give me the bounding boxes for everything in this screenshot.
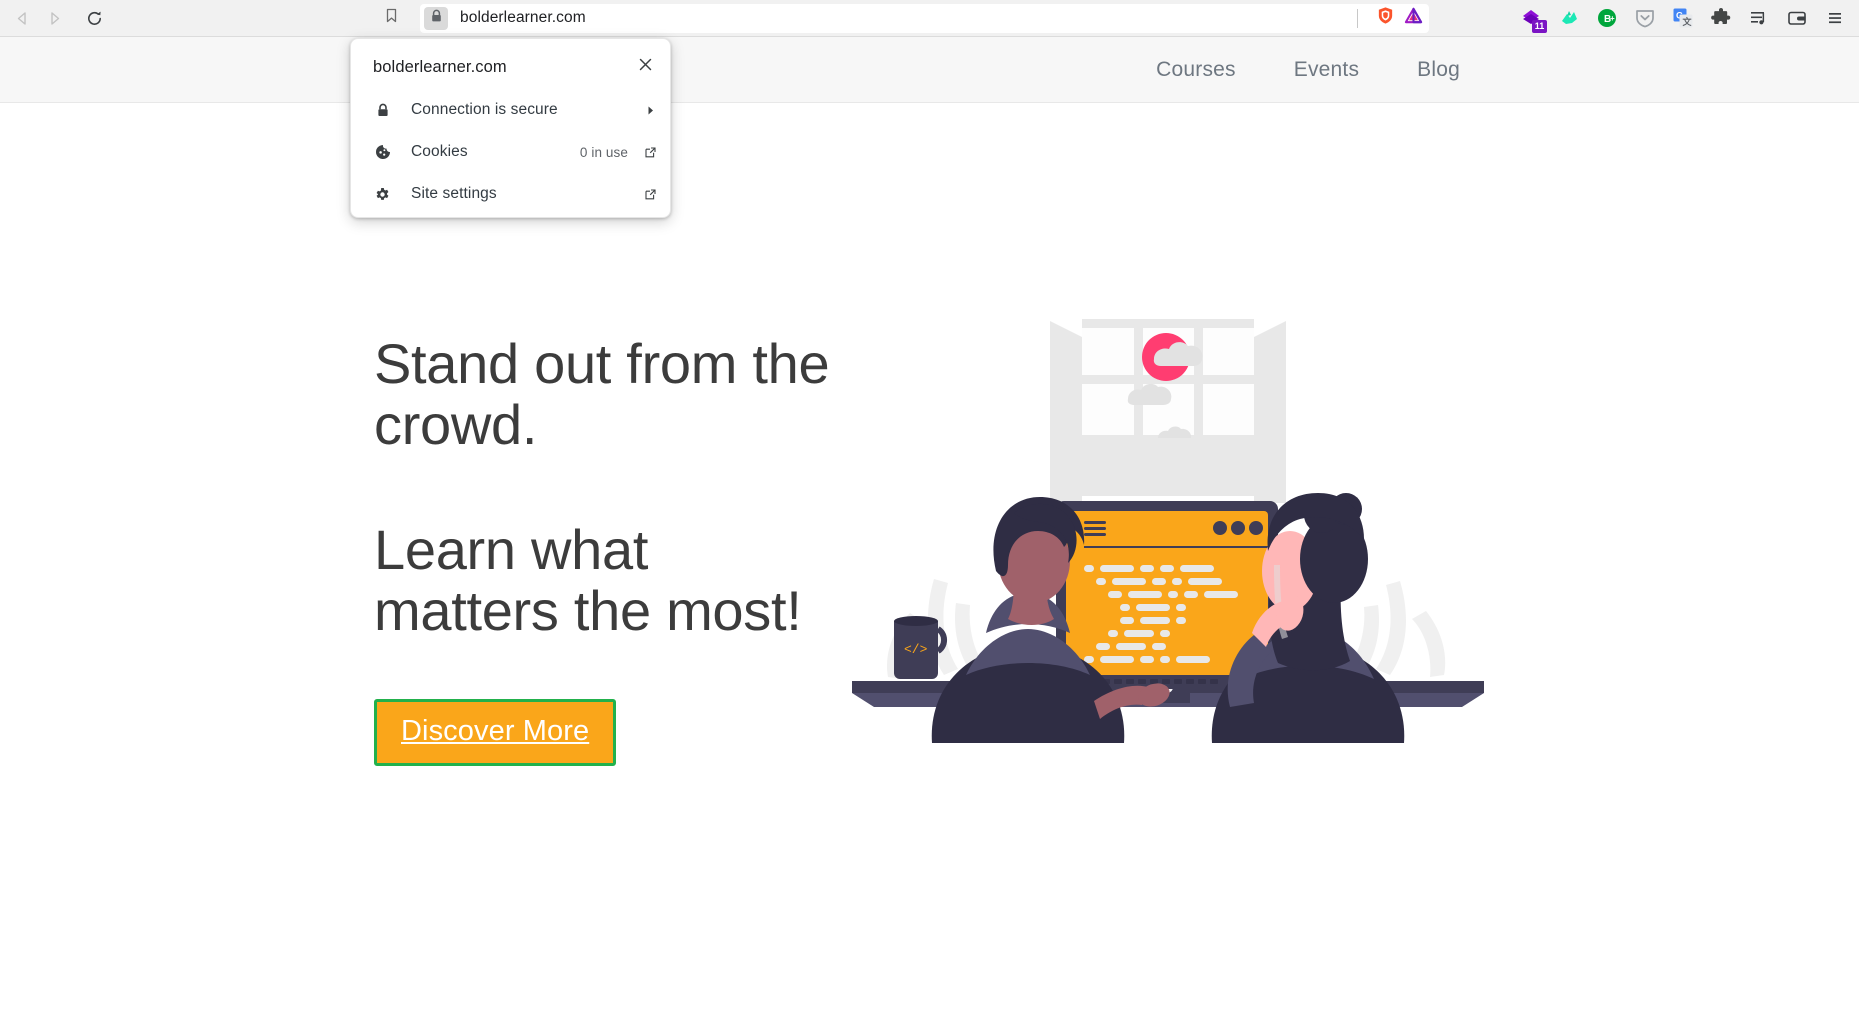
reload-button[interactable] bbox=[78, 3, 110, 33]
svg-text:+: + bbox=[1610, 14, 1615, 23]
row-label: Site settings bbox=[411, 185, 497, 202]
brave-rewards-triangle-icon[interactable] bbox=[1404, 6, 1423, 30]
row-site-settings[interactable]: Site settings bbox=[351, 173, 670, 215]
nav-item-events[interactable]: Events bbox=[1265, 58, 1388, 82]
site-info-panel: bolderlearner.com Connection is secure C… bbox=[350, 38, 671, 218]
hero-headline-secondary: Learn what matters the most! bbox=[374, 518, 802, 642]
extension-badge-count: 11 bbox=[1532, 20, 1547, 33]
row-label: Cookies bbox=[411, 143, 468, 160]
svg-text:文: 文 bbox=[1682, 16, 1693, 27]
google-translate-icon[interactable]: G 文 bbox=[1670, 5, 1696, 31]
browser-toolbar: bolderlearner.com 11 B + G 文 bbox=[0, 0, 1859, 37]
lock-icon bbox=[373, 101, 392, 120]
chevron-right-icon bbox=[642, 102, 658, 118]
media-playlist-icon[interactable] bbox=[1746, 5, 1772, 31]
url-bar[interactable]: bolderlearner.com bbox=[420, 3, 1429, 33]
lock-icon bbox=[430, 9, 443, 28]
two-people-coding-at-monitor-illustration: </> bbox=[838, 303, 1498, 743]
row-label: Connection is secure bbox=[411, 101, 558, 118]
hero-section: Stand out from the crowd. Learn what mat… bbox=[0, 103, 1859, 1017]
hero-text-block: Stand out from the crowd. Learn what mat… bbox=[374, 333, 834, 766]
brave-shield-icon[interactable] bbox=[1376, 6, 1395, 30]
row-cookies[interactable]: Cookies 0 in use bbox=[351, 131, 670, 173]
nav-item-courses[interactable]: Courses bbox=[1127, 58, 1265, 82]
wallet-icon[interactable] bbox=[1784, 5, 1810, 31]
bookmark-icon bbox=[383, 7, 400, 29]
pocket-shield-icon[interactable] bbox=[1632, 5, 1658, 31]
site-navigation: Courses Events Blog bbox=[1127, 58, 1859, 82]
close-icon bbox=[638, 57, 653, 77]
gear-icon bbox=[373, 185, 392, 204]
extension-icons: 11 B + G 文 bbox=[1518, 5, 1859, 33]
url-text: bolderlearner.com bbox=[460, 9, 586, 26]
forward-arrow-icon bbox=[46, 10, 63, 27]
reload-icon bbox=[85, 9, 104, 28]
bookmark-button[interactable] bbox=[376, 3, 406, 33]
urlbar-action-icons bbox=[1376, 4, 1423, 33]
back-button[interactable] bbox=[6, 3, 38, 33]
navigation-buttons bbox=[0, 3, 110, 33]
close-button[interactable] bbox=[632, 54, 658, 80]
urlbar-divider bbox=[1357, 8, 1358, 28]
forward-button[interactable] bbox=[38, 3, 70, 33]
back-arrow-icon bbox=[14, 10, 31, 27]
extensions-puzzle-icon[interactable] bbox=[1708, 5, 1734, 31]
browser-menu-icon[interactable] bbox=[1822, 5, 1848, 31]
hero-headline-primary: Stand out from the crowd. bbox=[374, 332, 830, 456]
cta-wrapper: Discover More bbox=[374, 699, 834, 766]
site-info-button[interactable] bbox=[424, 6, 448, 30]
row-meta: 0 in use bbox=[579, 144, 628, 160]
teal-extension-icon[interactable] bbox=[1556, 5, 1582, 31]
cookie-icon bbox=[373, 143, 392, 162]
svg-text:</>: </> bbox=[904, 642, 928, 657]
purple-extension-icon[interactable]: 11 bbox=[1518, 5, 1547, 33]
site-info-panel-header: bolderlearner.com bbox=[351, 45, 670, 89]
nav-item-blog[interactable]: Blog bbox=[1388, 58, 1489, 82]
discover-more-button[interactable]: Discover More bbox=[374, 699, 617, 766]
open-in-new-icon bbox=[642, 144, 658, 160]
site-info-panel-title: bolderlearner.com bbox=[373, 57, 507, 76]
open-in-new-icon bbox=[642, 186, 658, 202]
row-connection-is-secure[interactable]: Connection is secure bbox=[351, 89, 670, 131]
site-header: Courses Events Blog bbox=[0, 37, 1859, 103]
bitwarden-plus-icon[interactable]: B + bbox=[1594, 5, 1620, 31]
